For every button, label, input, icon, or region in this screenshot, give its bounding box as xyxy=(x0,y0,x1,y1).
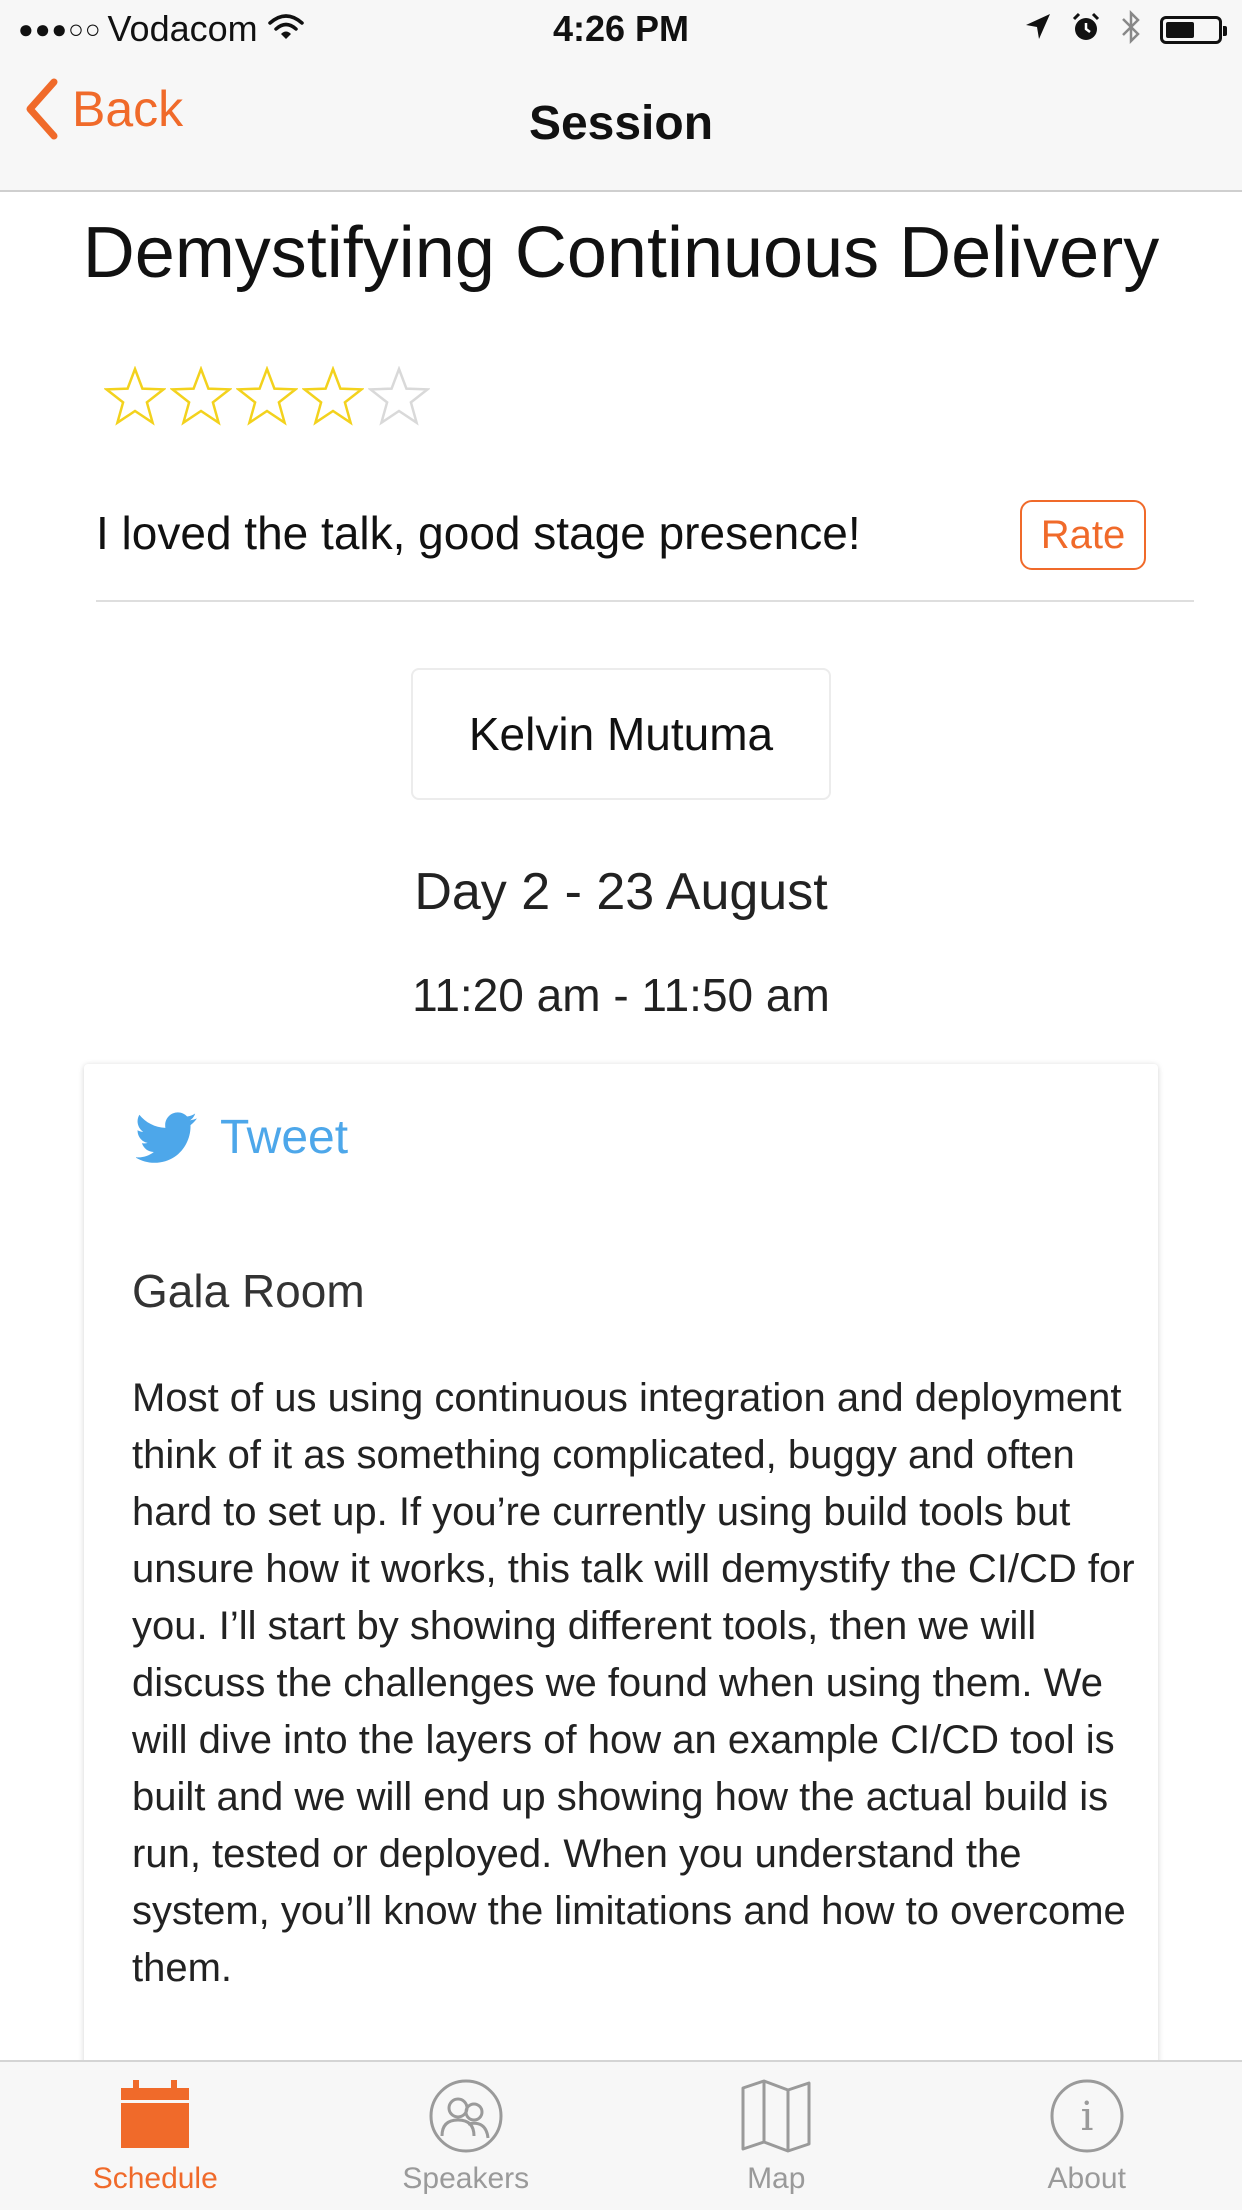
session-abstract: Most of us using continuous integration … xyxy=(132,1370,1142,1997)
calendar-icon xyxy=(119,2078,191,2155)
tab-about[interactable]: i About xyxy=(932,2062,1242,2210)
session-details-card: Tweet Gala Room Most of us using continu… xyxy=(84,1064,1158,2164)
tab-label: Speakers xyxy=(311,2162,622,2196)
location-icon xyxy=(1024,12,1052,47)
status-bar: ●●●○○ Vodacom 4:26 PM xyxy=(0,0,1242,60)
battery-icon xyxy=(1160,16,1222,44)
session-room: Gala Room xyxy=(132,1264,365,1318)
divider xyxy=(96,600,1194,602)
twitter-bird-icon xyxy=(136,1112,198,1164)
svg-text:i: i xyxy=(1080,2094,1093,2140)
review-row: I loved the talk, good stage presence! R… xyxy=(96,500,1146,570)
bluetooth-icon xyxy=(1120,10,1142,49)
tweet-button[interactable]: Tweet xyxy=(136,1110,348,1165)
status-icons xyxy=(1024,10,1222,49)
star-filled-icon[interactable] xyxy=(170,366,232,428)
tab-map[interactable]: Map xyxy=(621,2062,932,2210)
tab-label: Schedule xyxy=(0,2162,311,2196)
navigation-bar: Back Session xyxy=(0,60,1242,192)
tab-label: Map xyxy=(621,2162,932,2196)
battery-level xyxy=(1166,22,1194,38)
tweet-label: Tweet xyxy=(220,1110,348,1165)
tab-bar: Schedule Speakers Map i xyxy=(0,2060,1242,2210)
page-title: Session xyxy=(0,96,1242,151)
tab-speakers[interactable]: Speakers xyxy=(311,2062,622,2210)
star-rating[interactable] xyxy=(104,366,430,428)
star-empty-icon[interactable] xyxy=(368,366,430,428)
rate-button[interactable]: Rate xyxy=(1020,500,1146,570)
people-icon xyxy=(428,2078,504,2159)
star-filled-icon[interactable] xyxy=(236,366,298,428)
session-title: Demystifying Continuous Delivery xyxy=(0,212,1242,294)
star-filled-icon[interactable] xyxy=(104,366,166,428)
tab-label: About xyxy=(932,2162,1242,2196)
session-day: Day 2 - 23 August xyxy=(0,862,1242,922)
session-time: 11:20 am - 11:50 am xyxy=(0,968,1242,1022)
speaker-button[interactable]: Kelvin Mutuma xyxy=(411,668,831,800)
star-filled-icon[interactable] xyxy=(302,366,364,428)
info-icon: i xyxy=(1049,2078,1125,2159)
map-icon xyxy=(740,2078,812,2159)
alarm-icon xyxy=(1070,11,1102,48)
review-text: I loved the talk, good stage presence! xyxy=(96,506,861,560)
tab-schedule[interactable]: Schedule xyxy=(0,2062,311,2210)
